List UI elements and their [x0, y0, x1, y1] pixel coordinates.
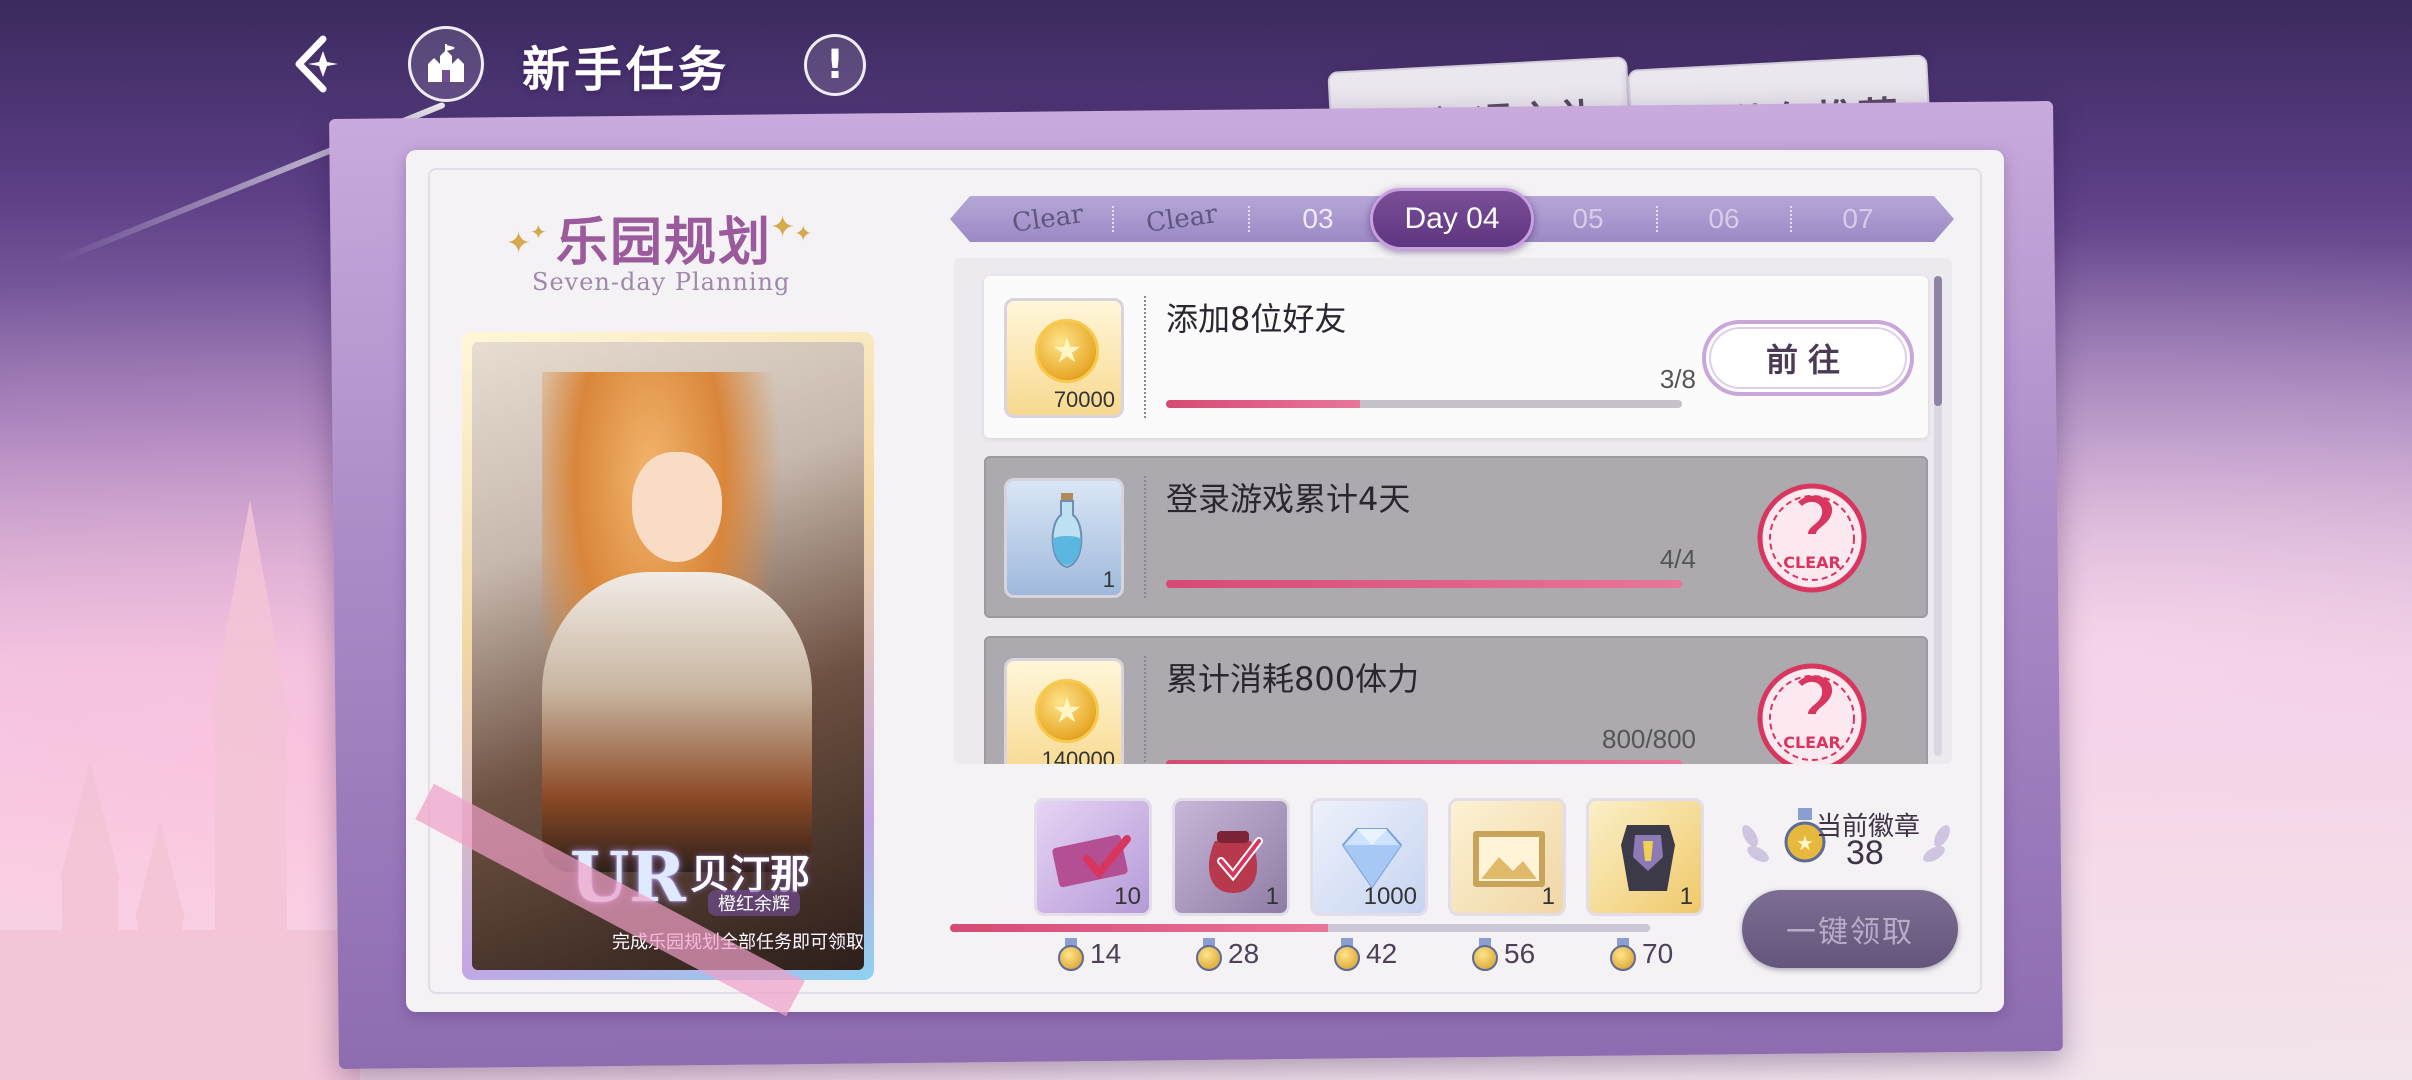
sparkle-icon: ✦: [794, 222, 813, 247]
reward-item[interactable]: 1: [1004, 478, 1124, 598]
sparkle-icon: ✦: [770, 210, 796, 245]
task-progress-text: 4/4: [1659, 544, 1696, 574]
day-tab-1[interactable]: Clear: [980, 196, 1116, 242]
milestone-progress-fill: [950, 924, 1328, 932]
day-tab-6[interactable]: 06: [1656, 196, 1792, 242]
milestone-count: 1: [1679, 883, 1693, 910]
day-tab-label: Clear: [1010, 199, 1086, 239]
milestone-count: 1: [1265, 883, 1279, 910]
task-progress-fill: [1166, 760, 1682, 764]
current-badges-value: 38: [1846, 834, 1884, 872]
milestone-threshold-value: 70: [1642, 938, 1674, 969]
claim-all-button[interactable]: 一键领取: [1742, 890, 1958, 968]
clear-stamp-icon: CLEAR: [1757, 483, 1867, 593]
character-subtitle: 橙红余辉: [708, 890, 800, 916]
divider: [1144, 656, 1146, 764]
stamp-text: CLEAR: [1783, 553, 1841, 572]
reward-count: 1: [1102, 567, 1115, 592]
day-tab-2[interactable]: Clear: [1114, 196, 1250, 242]
task-progress-fill: [1166, 400, 1360, 408]
medal-icon: [1196, 938, 1222, 971]
milestone-count: 10: [1114, 883, 1141, 910]
task-progress-text: 3/8: [1659, 364, 1696, 394]
milestone-reward-3[interactable]: 1000: [1310, 798, 1428, 916]
milestone-threshold: 70: [1610, 938, 1674, 971]
character-reward-card[interactable]: UR 贝汀那 橙红余辉 完成乐园规划全部任务即可领取: [462, 332, 874, 980]
page-title: 新手任务: [522, 42, 731, 98]
exclamation-icon: !: [825, 42, 845, 88]
task-list[interactable]: 70000 添加8位好友 3/8 前往 1 登录游戏累计4天 4/4 CLEAR: [954, 258, 1952, 764]
sparkle-icon: ✦: [530, 220, 547, 244]
scroll-thumb[interactable]: [1934, 276, 1942, 406]
task-title: 登录游戏累计4天: [1166, 480, 1411, 518]
task-progress-fill: [1166, 580, 1682, 588]
task-progress-text: 800/800: [1602, 724, 1696, 754]
medal-icon: [1334, 938, 1360, 971]
character-outfit: [542, 572, 812, 872]
back-button[interactable]: [282, 26, 358, 102]
task-progress-bar: [1166, 400, 1682, 408]
info-button[interactable]: !: [804, 34, 866, 96]
task-title: 添加8位好友: [1166, 300, 1347, 338]
character-face: [632, 452, 722, 562]
milestone-progress-bar: [950, 924, 1650, 932]
task-title: 累计消耗800体力: [1166, 660, 1420, 698]
plan-subtitle: Seven-day Planning: [532, 268, 791, 296]
milestone-reward-4[interactable]: 1: [1448, 798, 1566, 916]
day-tab-7[interactable]: 07: [1790, 196, 1926, 242]
task-row: 140000 累计消耗800体力 800/800 CLEAR: [984, 636, 1928, 764]
sparkle-icon: ✦: [506, 226, 532, 261]
milestone-reward-5[interactable]: 1: [1586, 798, 1704, 916]
milestone-threshold-value: 28: [1228, 938, 1260, 969]
reward-item[interactable]: 70000: [1004, 298, 1124, 418]
day-tab-5[interactable]: 05: [1520, 196, 1656, 242]
task-row: 1 登录游戏累计4天 4/4 CLEAR: [984, 456, 1928, 618]
medal-icon: [1610, 938, 1636, 971]
go-button[interactable]: 前往: [1702, 320, 1914, 396]
clear-stamp-icon: CLEAR: [1757, 663, 1867, 764]
reward-item[interactable]: 140000: [1004, 658, 1124, 764]
milestone-count: 1: [1541, 883, 1555, 910]
medal-icon: [1472, 938, 1498, 971]
milestone-threshold: 28: [1196, 938, 1260, 971]
stamp-text: CLEAR: [1783, 733, 1841, 752]
medal-icon: [1058, 938, 1084, 971]
day-tab-4-active[interactable]: Day 04: [1370, 188, 1534, 250]
milestone-threshold-value: 56: [1504, 938, 1536, 969]
reward-count: 70000: [1053, 387, 1115, 412]
day-tab-label: Clear: [1144, 199, 1220, 239]
divider: [1144, 296, 1146, 418]
milestone-threshold: 56: [1472, 938, 1536, 971]
milestone-reward-1[interactable]: 10: [1034, 798, 1152, 916]
milestone-threshold: 42: [1334, 938, 1398, 971]
task-row: 70000 添加8位好友 3/8 前往: [984, 276, 1928, 438]
plan-title: 乐园规划: [556, 212, 773, 273]
divider: [1144, 476, 1146, 598]
castle-silhouette: [0, 500, 360, 1080]
milestone-count: 1000: [1363, 883, 1417, 910]
milestone-reward-2[interactable]: 1: [1172, 798, 1290, 916]
svg-text:★: ★: [1796, 831, 1814, 855]
gold-coin-icon: [1035, 319, 1099, 383]
task-list-scrollbar[interactable]: [1934, 276, 1942, 756]
milestone-threshold-value: 14: [1090, 938, 1122, 969]
back-arrow-icon: [295, 35, 338, 93]
task-progress-bar: [1166, 580, 1682, 588]
day-tab-3[interactable]: 03: [1250, 196, 1386, 242]
milestone-threshold: 14: [1058, 938, 1122, 971]
task-progress-bar: [1166, 760, 1682, 764]
home-button[interactable]: [408, 26, 484, 102]
milestone-threshold-value: 42: [1366, 938, 1398, 969]
castle-home-icon: [428, 44, 464, 82]
reward-count: 140000: [1041, 747, 1115, 764]
gold-coin-icon: [1035, 679, 1099, 743]
potion-bottle-icon: [1051, 493, 1083, 569]
